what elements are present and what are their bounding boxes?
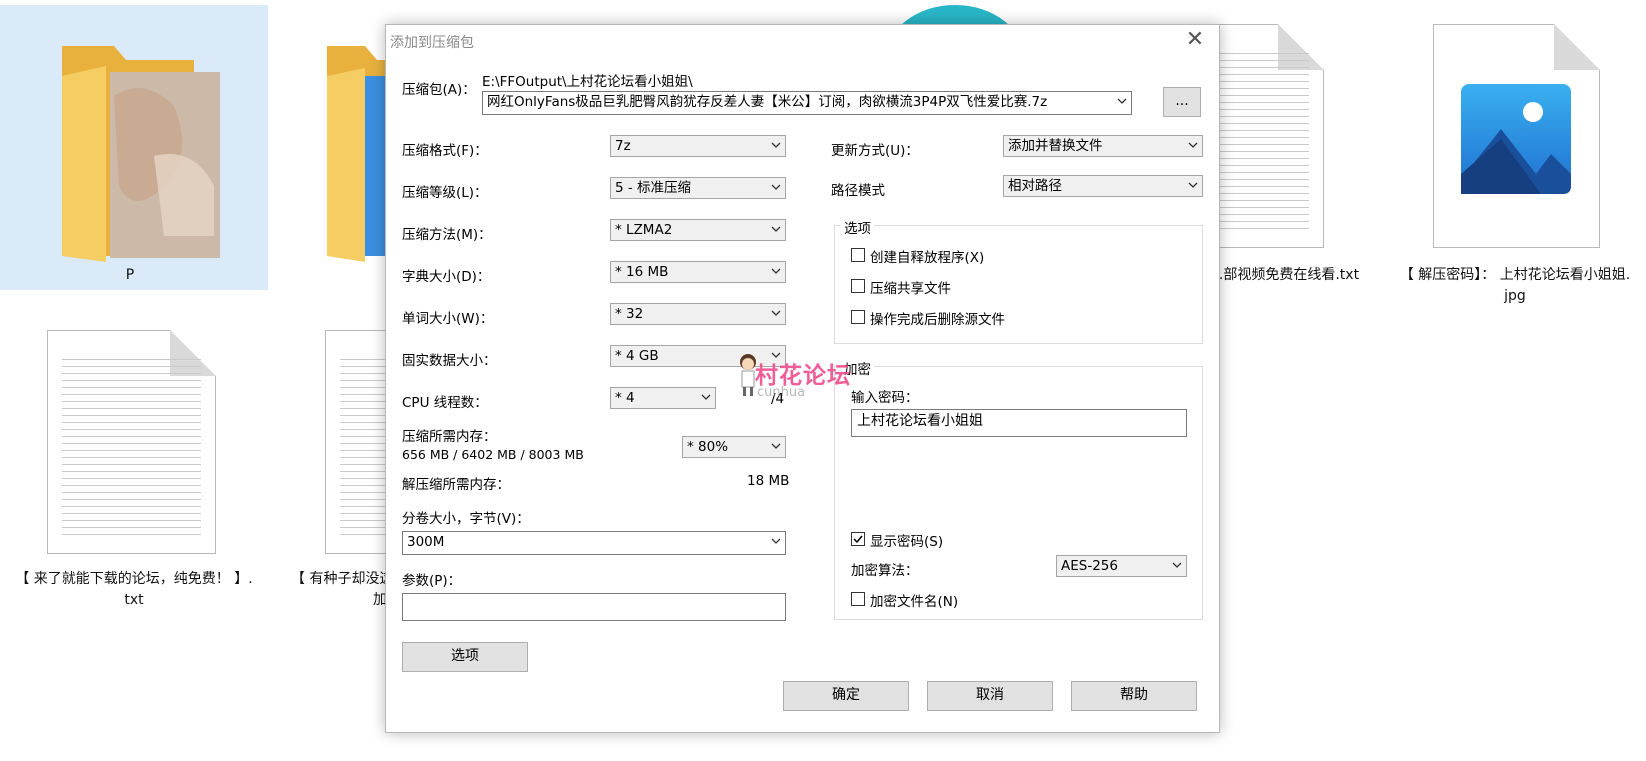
folder-item-p[interactable]: P [30,30,230,290]
chevron-down-icon [770,535,782,547]
encrypt-method-value: AES-256 [1061,558,1118,574]
update-select[interactable]: 添加并替换文件 [1003,135,1203,157]
solid-label: 固实数据大小： [402,353,497,369]
ok-button[interactable]: 确定 [783,681,909,711]
chevron-down-icon [700,391,712,403]
archive-path: E:\FFOutput\上村花论坛看小姐姐\ [482,74,693,90]
dialog-title: 添加到压缩包 [390,35,474,51]
show-password-checkbox[interactable] [851,532,865,546]
chevron-down-icon [770,181,782,193]
archive-name-value: 网红OnlyFans极品巨乳肥臀风韵犹存反差人妻【米公】订阅，肉欲横流3P4P双… [487,94,1048,110]
watermark-sub-text: cunhua [757,385,806,400]
path-mode-label: 路径模式 [831,183,885,199]
chevron-down-icon [770,265,782,277]
shared-label[interactable]: 压缩共享文件 [870,277,951,297]
password-label: 输入密码： [851,390,919,406]
level-label: 压缩等级(L)： [402,185,488,201]
method-value: * LZMA2 [615,222,673,238]
file-item-jpg[interactable]: 【 解压密码】： 上村花论坛看小姐姐. jpg [1385,24,1645,314]
word-select[interactable]: * 32 [610,303,786,325]
file-item-txt-1[interactable]: 【 来了就能下载的论坛，纯免费！ 】. txt [0,330,268,620]
format-label: 压缩格式(F)： [402,143,488,159]
method-label: 压缩方法(M)： [402,227,492,243]
path-mode-select[interactable]: 相对路径 [1003,175,1203,197]
chevron-down-icon [1187,179,1199,191]
level-value: 5 - 标准压缩 [615,180,692,196]
volume-label: 分卷大小，字节(V)： [402,511,530,527]
image-icon [1461,84,1571,194]
volume-value: 300M [407,534,445,550]
file-label-txt-2a: 【 有种子却没这 [291,571,394,587]
close-icon[interactable]: ✕ [1181,29,1209,51]
update-label: 更新方式(U)： [831,143,919,159]
word-value: * 32 [615,306,644,322]
level-select[interactable]: 5 - 标准压缩 [610,177,786,199]
options-group-title: 选项 [841,217,874,237]
format-value: 7z [615,138,631,154]
browse-button[interactable]: ... [1163,87,1201,117]
decomp-label: 解压缩所需内存： [402,477,510,493]
method-select[interactable]: * LZMA2 [610,219,786,241]
chevron-down-icon [770,139,782,151]
path-mode-value: 相对路径 [1008,178,1062,194]
cpu-value: * 4 [615,390,635,406]
folder-icon [62,46,220,262]
encrypt-method-label: 加密算法： [851,563,919,579]
encrypt-names-checkbox[interactable] [851,592,865,606]
params-label: 参数(P)： [402,573,462,589]
chevron-down-icon [770,223,782,235]
dict-label: 字典大小(D)： [402,269,491,285]
cpu-label: CPU 线程数： [402,395,488,411]
volume-combo[interactable]: 300M [402,531,786,555]
file-label-txt-1b: txt [124,592,144,608]
file-label-jpg-2: jpg [1504,288,1526,304]
chevron-down-icon [1116,95,1128,107]
file-label-txt-1a: 【 来了就能下载的论坛，纯免费！ 】. [15,571,253,587]
solid-value: * 4 GB [615,348,659,364]
help-button[interactable]: 帮助 [1071,681,1197,711]
chevron-down-icon [770,440,782,452]
folder-label-p: P [125,267,135,283]
mem-value: 656 MB / 6402 MB / 8003 MB [402,447,584,462]
file-label-txt-top: ...部视频免费在线看.txt [1210,267,1360,283]
options-button[interactable]: 选项 [402,642,528,672]
format-select[interactable]: 7z [610,135,786,157]
cpu-select[interactable]: * 4 [610,387,716,409]
archive-label: 压缩包(A)： [402,82,476,98]
archive-name-combo[interactable]: 网红OnlyFans极品巨乳肥臀风韵犹存反差人妻【米公】订阅，肉欲横流3P4P双… [482,91,1132,115]
file-item-txt-2[interactable]: 【 有种子却没这 加 [285,330,447,620]
sfx-checkbox[interactable] [851,248,865,262]
cancel-button[interactable]: 取消 [927,681,1053,711]
dict-value: * 16 MB [615,264,669,280]
encrypt-names-label[interactable]: 加密文件名(N) [870,590,958,610]
chevron-down-icon [1187,139,1199,151]
file-label-jpg-1: 【 解压密码】： 上村花论坛看小姐姐. [1399,267,1631,283]
update-value: 添加并替换文件 [1008,138,1103,154]
params-input[interactable] [402,593,786,621]
password-input[interactable]: 上村花论坛看小姐姐 [851,409,1187,437]
encrypt-method-select[interactable]: AES-256 [1056,555,1187,577]
mem-percent-value: * 80% [687,439,729,455]
chevron-down-icon [1171,559,1183,571]
sfx-label[interactable]: 创建自释放程序(X) [870,246,984,266]
delete-source-label[interactable]: 操作完成后删除源文件 [870,308,1005,328]
delete-source-checkbox[interactable] [851,310,865,324]
chevron-down-icon [770,307,782,319]
mem-percent-select[interactable]: * 80% [682,436,786,458]
shared-checkbox[interactable] [851,279,865,293]
decomp-value: 18 MB [747,473,790,489]
show-password-label[interactable]: 显示密码(S) [870,530,943,550]
word-label: 单词大小(W)： [402,311,494,327]
dict-select[interactable]: * 16 MB [610,261,786,283]
dialog-titlebar[interactable]: 添加到压缩包 ✕ [386,25,1219,55]
mem-label: 压缩所需内存： [402,429,497,445]
txt-file-icon [47,330,216,554]
